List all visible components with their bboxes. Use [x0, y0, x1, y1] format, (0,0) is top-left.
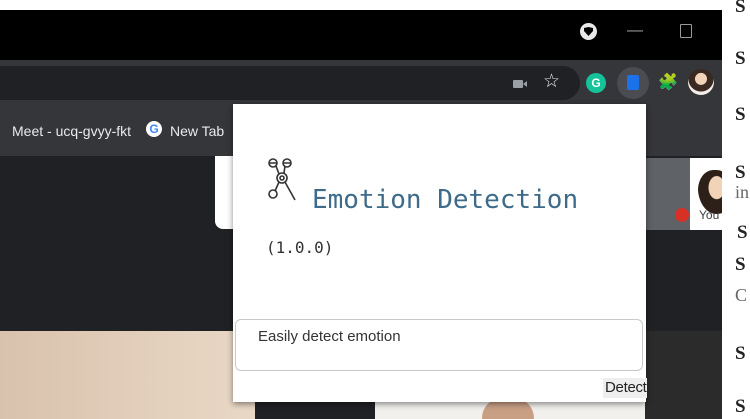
side-text: S [735, 104, 746, 125]
grammarly-icon[interactable]: G [586, 73, 606, 93]
puzzle-icon[interactable]: 🧩 [658, 73, 678, 93]
side-text: S [735, 0, 746, 17]
side-text: S [735, 254, 746, 275]
address-bar[interactable] [0, 66, 580, 100]
side-text: S [737, 222, 748, 243]
side-text: S [735, 48, 746, 69]
minimize-button[interactable]: — [627, 22, 643, 40]
google-icon: G [146, 121, 162, 137]
drone-icon [268, 158, 296, 201]
self-tile-label: You [699, 208, 720, 222]
restore-button[interactable] [680, 24, 692, 38]
side-text: S [735, 343, 746, 364]
side-text: S [735, 396, 746, 417]
profile-avatar[interactable] [688, 69, 714, 95]
video-feed-left [0, 331, 255, 419]
side-text: in [735, 182, 750, 202]
mic-off-icon [675, 208, 689, 222]
bookmark-new-tab[interactable]: New Tab [170, 123, 224, 139]
emotion-input[interactable]: Easily detect emotion [235, 319, 643, 371]
extension-emotion-icon [627, 75, 639, 90]
popup-title: Emotion Detection [312, 185, 579, 215]
star-icon[interactable]: ☆ [543, 72, 560, 92]
popup-version: (1.0.0) [266, 238, 334, 257]
side-text: S [735, 162, 746, 183]
camera-icon[interactable] [513, 80, 527, 88]
side-text: C [735, 285, 748, 305]
detect-button[interactable]: Detect [603, 378, 647, 398]
bookmark-meet[interactable]: Meet - ucq-gvyy-fkt [12, 123, 131, 139]
shield-icon[interactable] [580, 23, 597, 40]
top-strip [0, 0, 750, 10]
